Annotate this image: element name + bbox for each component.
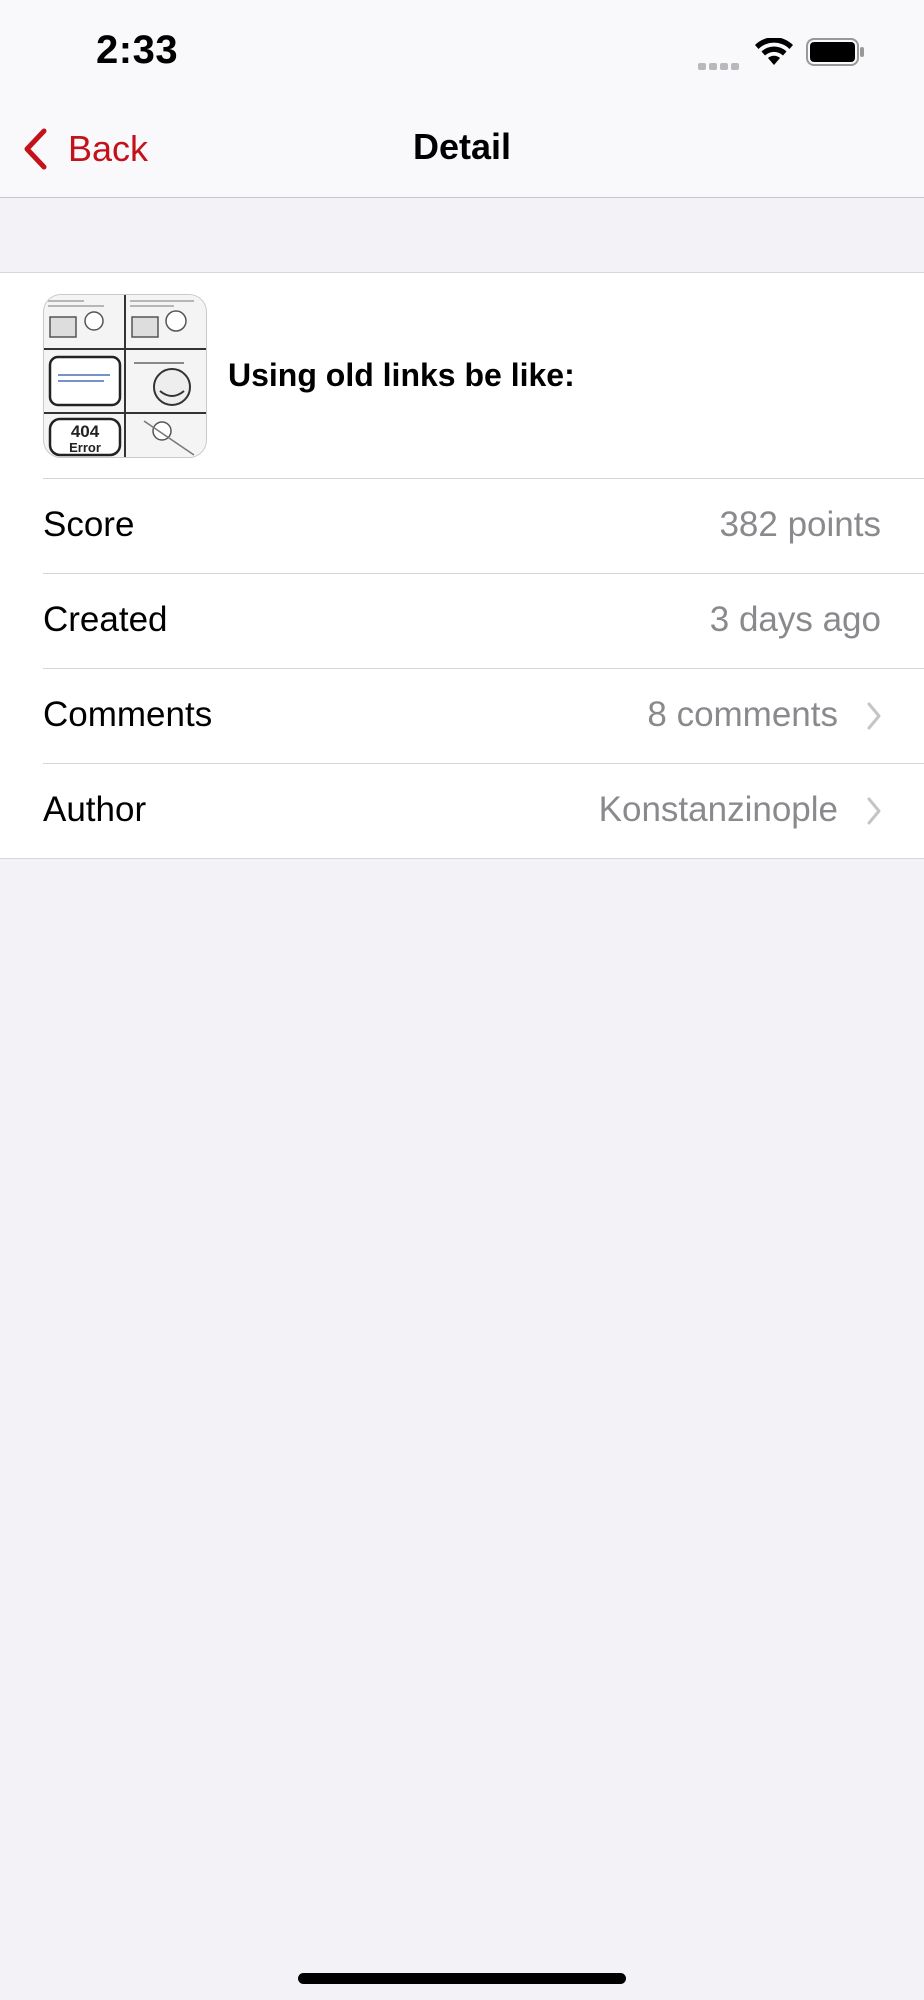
- battery-icon: [806, 38, 864, 66]
- detail-screen: 2:33 Back Detail 404 Error Using old lin…: [0, 0, 924, 2000]
- back-button[interactable]: Back: [22, 124, 148, 174]
- home-indicator[interactable]: [298, 1973, 626, 1984]
- svg-text:404: 404: [71, 422, 100, 441]
- navigation-bar: Back Detail: [0, 100, 924, 198]
- status-time: 2:33: [96, 28, 179, 72]
- row-label: Author: [43, 790, 147, 829]
- chevron-right-icon: [867, 797, 881, 825]
- post-header: 404 Error Using old links be like:: [0, 273, 924, 478]
- row-value: 382 points: [719, 505, 881, 544]
- signal-icon: [698, 57, 744, 70]
- wifi-icon: [755, 38, 793, 65]
- row-value: 8 comments: [647, 695, 838, 734]
- detail-list: 404 Error Using old links be like: Score…: [0, 272, 924, 859]
- post-thumbnail[interactable]: 404 Error: [43, 294, 207, 458]
- svg-text:Error: Error: [69, 440, 101, 455]
- row-value: Konstanzinople: [598, 790, 838, 829]
- row-created: Created 3 days ago: [0, 573, 924, 668]
- row-score: Score 382 points: [0, 478, 924, 573]
- post-title: Using old links be like:: [228, 357, 575, 393]
- comic-image: 404 Error: [44, 295, 206, 457]
- row-label: Score: [43, 505, 135, 544]
- back-label: Back: [68, 128, 149, 169]
- status-bar: 2:33: [0, 0, 924, 100]
- row-label: Comments: [43, 695, 213, 734]
- row-label: Created: [43, 600, 168, 639]
- chevron-left-icon: [24, 128, 47, 170]
- row-value: 3 days ago: [709, 600, 881, 639]
- chevron-right-icon: [867, 702, 881, 730]
- row-comments[interactable]: Comments 8 comments: [0, 668, 924, 763]
- row-author[interactable]: Author Konstanzinople: [0, 763, 924, 858]
